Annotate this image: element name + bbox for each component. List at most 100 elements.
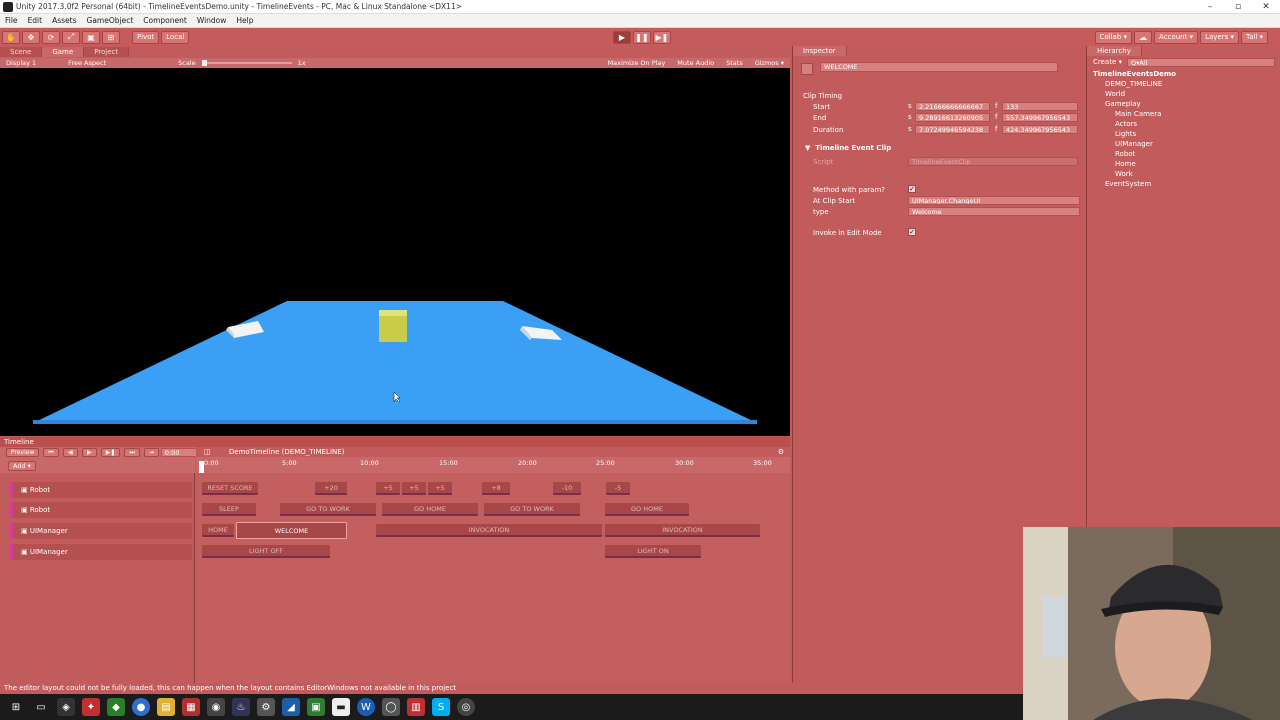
minimize-button[interactable]: –: [1196, 0, 1224, 14]
hierarchy-item[interactable]: Gameplay: [1105, 100, 1141, 108]
app-icon[interactable]: ▥: [407, 698, 425, 716]
play-button[interactable]: ▶: [612, 30, 631, 44]
menu-component[interactable]: Component: [138, 16, 192, 25]
steam-icon[interactable]: ♨: [232, 698, 250, 716]
tab-inspector[interactable]: Inspector: [793, 46, 847, 56]
app-icon[interactable]: ◆: [107, 698, 125, 716]
file-explorer-icon[interactable]: ▤: [157, 698, 175, 716]
menu-assets[interactable]: Assets: [47, 16, 81, 25]
track-robot-1[interactable]: ▣ Robot: [10, 482, 192, 498]
hierarchy-item[interactable]: Actors: [1115, 120, 1137, 128]
hierarchy-search[interactable]: Q▾All: [1127, 58, 1275, 67]
duration-seconds-field[interactable]: 7.07249946594238: [915, 125, 990, 134]
menu-help[interactable]: Help: [231, 16, 258, 25]
timeline-clip[interactable]: GO TO WORK: [484, 503, 580, 516]
timeline-clip[interactable]: LIGHT OFF: [202, 545, 330, 558]
timeline-clip[interactable]: SLEEP: [202, 503, 256, 516]
tab-scene[interactable]: Scene: [0, 47, 43, 57]
timeline-settings-icon[interactable]: ⚙: [778, 447, 784, 457]
github-icon[interactable]: ◯: [382, 698, 400, 716]
track-uimanager-1[interactable]: ▣ UIManager: [10, 523, 192, 539]
hierarchy-item[interactable]: UIManager: [1115, 140, 1153, 148]
pause-button[interactable]: ❚❚: [632, 30, 651, 44]
mute-audio[interactable]: Mute Audio: [671, 59, 720, 67]
hierarchy-item[interactable]: Main Camera: [1115, 110, 1161, 118]
timeline-clip-selected[interactable]: WELCOME: [236, 522, 347, 539]
app-icon[interactable]: ◎: [457, 698, 475, 716]
timeline-clip[interactable]: HOME: [202, 524, 234, 537]
timeline-tab[interactable]: Timeline: [0, 437, 790, 447]
timeline-clip[interactable]: +5: [402, 482, 426, 495]
goto-start-icon[interactable]: ⏮: [43, 448, 59, 457]
timeline-clip[interactable]: +5: [376, 482, 400, 495]
aspect-dropdown[interactable]: Free Aspect: [62, 59, 112, 67]
menu-window[interactable]: Window: [192, 16, 232, 25]
maximize-on-play[interactable]: Maximize On Play: [602, 59, 672, 67]
word-icon[interactable]: W: [357, 698, 375, 716]
tab-project[interactable]: Project: [84, 47, 130, 57]
timeline-clip[interactable]: RESET SCORE: [202, 482, 258, 495]
local-toggle[interactable]: Local: [161, 30, 190, 44]
pivot-toggle[interactable]: Pivot: [132, 30, 160, 44]
invoke-checkbox[interactable]: ✓: [908, 228, 916, 236]
menu-edit[interactable]: Edit: [23, 16, 48, 25]
hierarchy-item[interactable]: Work: [1115, 170, 1133, 178]
end-seconds-field[interactable]: 9.28916613260905: [915, 113, 990, 122]
step-button[interactable]: ▶❚: [652, 30, 671, 44]
game-view[interactable]: [0, 68, 790, 436]
task-view-icon[interactable]: ▭: [32, 698, 50, 716]
app-icon[interactable]: ▬: [332, 698, 350, 716]
timeline-ruler[interactable]: 0:00 5:00 10:00 15:00 20:00 25:00 30:00 …: [196, 457, 790, 473]
timeline-time-field[interactable]: 0:00: [160, 448, 201, 457]
timeline-play-icon[interactable]: ▶: [81, 448, 97, 457]
tab-game[interactable]: Game: [42, 47, 85, 57]
unity-taskbar-icon[interactable]: ◈: [57, 698, 75, 716]
gizmos-button[interactable]: Gizmos ▾: [749, 59, 790, 67]
component-header[interactable]: ▼ Timeline Event Clip: [793, 142, 1085, 153]
close-button[interactable]: ✕: [1252, 0, 1280, 14]
transform-tool-icon[interactable]: ⊞: [102, 30, 120, 44]
timeline-preview-button[interactable]: Preview: [6, 448, 40, 457]
track-uimanager-2[interactable]: ▣ UIManager: [10, 544, 192, 560]
scale-slider[interactable]: [201, 60, 292, 66]
loop-icon[interactable]: ⇥: [143, 448, 159, 457]
hierarchy-item[interactable]: Home: [1115, 160, 1136, 168]
add-track-button[interactable]: Add ▾: [8, 461, 36, 471]
account-button[interactable]: Account ▾: [1154, 30, 1199, 44]
type-dropdown[interactable]: Welcome: [908, 207, 1080, 216]
app-icon[interactable]: ◢: [282, 698, 300, 716]
app-icon[interactable]: ◉: [207, 698, 225, 716]
next-frame-icon[interactable]: ▶❚: [100, 448, 121, 457]
timeline-clip[interactable]: INVOCATION: [376, 524, 602, 537]
move-tool-icon[interactable]: ✥: [22, 30, 40, 44]
hierarchy-item[interactable]: Robot: [1115, 150, 1135, 158]
hierarchy-item[interactable]: EventSystem: [1105, 180, 1151, 188]
tab-hierarchy[interactable]: Hierarchy: [1087, 46, 1142, 56]
app-icon[interactable]: ▣: [307, 698, 325, 716]
rotate-tool-icon[interactable]: ⟳: [42, 30, 60, 44]
hierarchy-item[interactable]: World: [1105, 90, 1125, 98]
layers-button[interactable]: Layers ▾: [1200, 30, 1239, 44]
timeline-clip[interactable]: -10: [553, 482, 581, 495]
skype-icon[interactable]: S: [432, 698, 450, 716]
display-dropdown[interactable]: Display 1: [0, 59, 42, 67]
timeline-clip[interactable]: INVOCATION: [605, 524, 760, 537]
lock-icon[interactable]: ◫: [204, 448, 211, 456]
end-frames-field[interactable]: 557.349967956543: [1002, 113, 1078, 122]
goto-end-icon[interactable]: ⏭: [124, 448, 140, 457]
hierarchy-item[interactable]: DEMO_TIMELINE: [1105, 80, 1162, 88]
timeline-clip[interactable]: +5: [428, 482, 452, 495]
start-seconds-field[interactable]: 2.21666666666667: [915, 102, 990, 111]
timeline-clip[interactable]: +20: [315, 482, 347, 495]
timeline-clip[interactable]: GO HOME: [382, 503, 478, 516]
app-icon[interactable]: ✦: [82, 698, 100, 716]
duration-frames-field[interactable]: 424.349967956543: [1002, 125, 1078, 134]
playhead[interactable]: [199, 461, 204, 473]
windows-start-icon[interactable]: ⊞: [7, 698, 25, 716]
start-frames-field[interactable]: 133: [1002, 102, 1078, 111]
timeline-clip[interactable]: -5: [606, 482, 630, 495]
menu-file[interactable]: File: [0, 16, 23, 25]
cloud-icon[interactable]: ☁: [1134, 30, 1153, 44]
app-icon[interactable]: ⚙: [257, 698, 275, 716]
atstart-dropdown[interactable]: UIManager.ChangeUI: [908, 196, 1080, 205]
